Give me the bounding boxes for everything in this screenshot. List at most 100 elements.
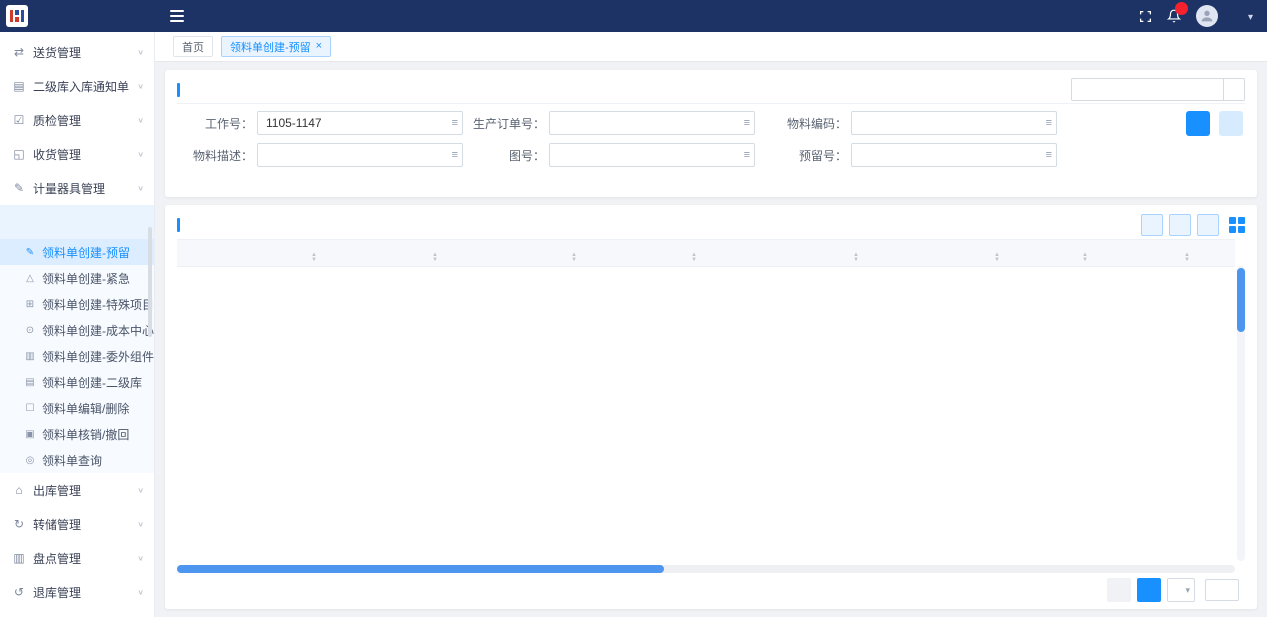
sidebar-subitem[interactable]: ▥ 领料单创建-委外组件 (0, 343, 154, 369)
sidebar-subitem-icon: ☐ (24, 403, 36, 414)
company-logo-area (0, 5, 158, 27)
section-title-bar (177, 83, 180, 97)
tab-close-icon[interactable]: × (316, 41, 322, 52)
reset-button[interactable] (1219, 111, 1243, 136)
field-list-icon[interactable] (452, 149, 458, 161)
page-tab-label: 首页 (182, 39, 204, 55)
query-field-label: 工作号： (177, 115, 253, 132)
section-title-bar (177, 218, 180, 232)
header-right-tools (1139, 5, 1267, 27)
sidebar-subitem-label: 领料单核销/撤回 (42, 426, 129, 443)
query-field-input[interactable] (549, 111, 755, 135)
col-stock[interactable] (1031, 240, 1137, 267)
sidebar-item[interactable]: ▥ 盘点管理 ∨ (0, 541, 154, 575)
back-up-level-button[interactable] (1169, 214, 1191, 236)
sidebar-subitem-icon: △ (24, 273, 36, 284)
sidebar-item-label: 送货管理 (33, 44, 137, 61)
field-list-icon[interactable] (744, 149, 750, 161)
jump-page-input[interactable] (1205, 579, 1239, 601)
col-order-no[interactable] (509, 240, 637, 267)
export-button[interactable] (1197, 214, 1219, 236)
confirm-select-button[interactable] (1141, 214, 1163, 236)
query-conditions-card: 工作号： 生产订单号： 物料编码： (165, 70, 1257, 197)
sidebar-subitem-label: 领料单创建-紧急 (42, 270, 130, 287)
table-horizontal-scrollbar[interactable] (177, 565, 1235, 573)
page-size-select[interactable] (1167, 578, 1195, 602)
user-menu-caret-icon[interactable] (1248, 7, 1253, 25)
col-unit[interactable] (961, 240, 1031, 267)
col-work-no[interactable] (359, 240, 509, 267)
column-settings-icon[interactable] (1229, 217, 1245, 233)
notification-bell-icon[interactable] (1167, 9, 1181, 23)
sidebar-collapse-icon[interactable] (170, 10, 184, 22)
sidebar-item[interactable]: ↻ 转储管理 ∨ (0, 507, 154, 541)
search-button[interactable] (1186, 111, 1210, 136)
sidebar-item-icon: ⇄ (12, 45, 26, 59)
query-field-input[interactable] (851, 111, 1057, 135)
prev-page-button[interactable] (1107, 578, 1131, 602)
col-demand[interactable] (1137, 240, 1235, 267)
sidebar-subitem[interactable]: ⊙ 领料单创建-成本中心 (0, 317, 154, 343)
sidebar-subitem-label: 领料单查询 (42, 452, 102, 469)
custom-tag-row (177, 169, 1245, 193)
sidebar-subitem-icon: ✎ (24, 247, 36, 258)
company-logo (6, 5, 28, 27)
query-field-input[interactable] (257, 111, 463, 135)
page-tab[interactable]: 首页 (173, 36, 213, 57)
field-list-icon[interactable] (452, 117, 458, 129)
col-checkbox (233, 240, 267, 267)
sidebar-item[interactable]: ▤ 二级库入库通知单 ∨ (0, 69, 154, 103)
sidebar-item-label: 计量器具管理 (33, 180, 137, 197)
chevron-down-icon: ∨ (137, 184, 144, 193)
sort-icon (1184, 253, 1190, 263)
field-list-icon[interactable] (744, 117, 750, 129)
query-field-label: 物料编码： (771, 115, 847, 132)
field-list-icon[interactable] (1046, 117, 1052, 129)
sidebar-subitem-icon: ▥ (24, 351, 36, 362)
sidebar-subitem-label: 领料单创建-成本中心 (42, 322, 154, 339)
material-management-submenu: ✎ 领料单创建-预留 △ 领料单创建-紧急 ⊞ 领料单创建-特殊项目 ⊙ 领料单… (0, 239, 154, 473)
sidebar-subitem[interactable]: ✎ 领料单创建-预留 (0, 239, 154, 265)
field-list-icon[interactable] (1046, 149, 1052, 161)
col-status[interactable] (267, 240, 359, 267)
tab-bar: 首页 领料单创建-预留 × (155, 32, 1267, 62)
query-field-input[interactable] (257, 143, 463, 167)
sidebar-subitem-label: 领料单创建-特殊项目 (42, 296, 154, 313)
sidebar-item[interactable]: ☑ 质检管理 ∨ (0, 103, 154, 137)
col-material-code[interactable] (637, 240, 749, 267)
query-field-label: 生产订单号： (469, 115, 545, 132)
query-field-input[interactable] (851, 143, 1057, 167)
next-page-button[interactable] (1137, 578, 1161, 602)
sidebar-subitem[interactable]: ◎ 领料单查询 (0, 447, 154, 473)
chevron-down-icon: ∨ (137, 150, 144, 159)
confirm-tag-button[interactable] (1223, 78, 1245, 101)
user-avatar[interactable] (1196, 5, 1218, 27)
sidebar-item-material-management[interactable] (0, 205, 154, 239)
sidebar-item[interactable]: ⇄ 送货管理 ∨ (0, 35, 154, 69)
query-field: 工作号： (177, 109, 469, 137)
query-field-label: 图号： (469, 147, 545, 164)
query-field-input[interactable] (549, 143, 755, 167)
sidebar-item-label: 收货管理 (33, 146, 137, 163)
sidebar-subitem[interactable]: ⊞ 领料单创建-特殊项目 (0, 291, 154, 317)
sidebar-item-icon: ▥ (12, 551, 26, 565)
col-material-desc[interactable] (749, 240, 961, 267)
sidebar-subitem[interactable]: ▤ 领料单创建-二级库 (0, 369, 154, 395)
sidebar-subitem[interactable]: ☐ 领料单编辑/删除 (0, 395, 154, 421)
chevron-down-icon: ∨ (137, 588, 144, 597)
fullscreen-icon[interactable] (1139, 10, 1152, 23)
app-window: ⇄ 送货管理 ∨ ▤ 二级库入库通知单 ∨ ☑ 质检管理 ∨ ◱ 收货管理 ∨ … (0, 0, 1267, 617)
table-vertical-scrollbar[interactable] (1237, 266, 1245, 561)
sidebar-item[interactable]: ↺ 退库管理 ∨ (0, 575, 154, 609)
custom-tag-name-input[interactable] (1071, 78, 1223, 101)
list-info-card (165, 205, 1257, 609)
sidebar-item-label: 二级库入库通知单 (33, 78, 137, 95)
sidebar-item-label: 盘点管理 (33, 550, 137, 567)
page-tab[interactable]: 领料单创建-预留 × (221, 36, 331, 57)
sidebar-subitem[interactable]: ▣ 领料单核销/撤回 (0, 421, 154, 447)
sidebar-item[interactable]: ◱ 收货管理 ∨ (0, 137, 154, 171)
sidebar-item[interactable]: ✎ 计量器具管理 ∨ (0, 171, 154, 205)
sidebar-item[interactable]: ⌂ 出库管理 ∨ (0, 473, 154, 507)
sidebar-scrollbar[interactable] (148, 227, 152, 337)
sidebar-subitem[interactable]: △ 领料单创建-紧急 (0, 265, 154, 291)
